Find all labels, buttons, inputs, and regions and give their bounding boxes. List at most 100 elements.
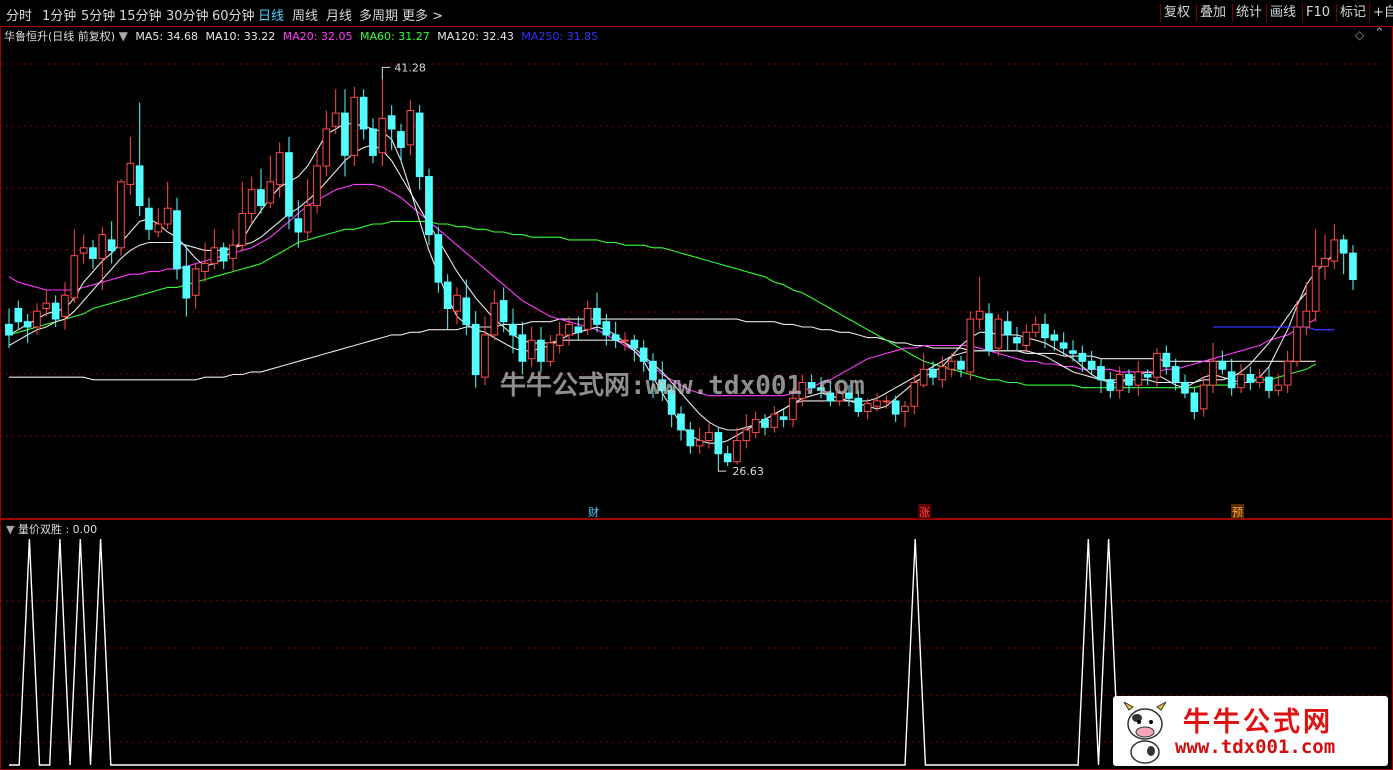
candle-body	[42, 302, 51, 310]
candle-body	[1097, 366, 1105, 381]
chevron-down-icon[interactable]: ▼	[119, 29, 128, 43]
candle-body	[1143, 374, 1152, 378]
candle-body	[406, 110, 415, 146]
high-price-label: 41.28	[394, 61, 426, 74]
candle-body	[490, 302, 499, 336]
candle-body	[1050, 334, 1059, 341]
candle-body	[51, 302, 60, 320]
diamond-icon[interactable]: ◇	[1355, 28, 1364, 42]
tab-30min[interactable]: 30分钟	[166, 5, 209, 24]
candle-body	[1190, 392, 1199, 412]
indicator-menu-icon[interactable]: ▼	[6, 523, 14, 536]
candle-body	[630, 339, 639, 349]
ma250-label: MA250: 31.85	[521, 30, 599, 43]
candle-body	[742, 429, 751, 442]
ma120-label: MA120: 32.43	[437, 30, 514, 43]
tab-multi-period[interactable]: 多周期	[359, 5, 398, 24]
candle-body	[1330, 239, 1339, 262]
candle-body	[1218, 360, 1227, 370]
candle-body	[1087, 360, 1096, 370]
indicator-name: 量价双胜	[17, 523, 62, 536]
draw-line-button[interactable]: 画线	[1266, 4, 1299, 22]
restore-rights-button[interactable]: 复权	[1160, 4, 1193, 22]
candle-body	[154, 223, 163, 233]
ma10-label: MA10: 33.22	[205, 30, 276, 43]
candle-body	[70, 255, 79, 299]
candle-body	[1003, 321, 1012, 336]
candle-body	[1059, 342, 1068, 349]
candle-body	[1031, 323, 1040, 333]
candle-body	[733, 440, 741, 463]
add-custom-button[interactable]: +自	[1369, 4, 1393, 22]
candlestick-chart[interactable]: 41.28 26.63	[0, 26, 1393, 519]
event-marker-finance[interactable]: 财	[587, 504, 600, 520]
candle-body	[1237, 374, 1245, 389]
site-logo: 牛牛公式网 www.tdx001.com	[1113, 696, 1388, 766]
candle-body	[163, 207, 172, 225]
tab-weekly[interactable]: 周线	[292, 5, 318, 24]
candle-body	[294, 218, 303, 233]
candle-body	[705, 432, 713, 442]
candle-body	[527, 339, 536, 360]
candle-body	[415, 112, 424, 177]
ma20-label: MA20: 32.05	[282, 30, 353, 43]
candle-body	[313, 165, 321, 206]
candle-body	[285, 152, 293, 217]
candle-body	[1115, 374, 1124, 391]
overlay-button[interactable]: 叠加	[1196, 4, 1229, 22]
candle-body	[602, 321, 611, 336]
candle-body	[1349, 252, 1357, 281]
candle-body	[901, 405, 909, 413]
candle-body	[387, 115, 396, 130]
candle-body	[891, 400, 900, 415]
candle-body	[462, 297, 471, 325]
candle-body	[303, 205, 312, 233]
candle-body	[509, 323, 517, 336]
candle-body	[107, 239, 116, 251]
candle-body	[518, 334, 527, 362]
candle-body	[593, 308, 601, 325]
low-marker-line	[717, 466, 727, 472]
mark-button[interactable]: 标记	[1336, 4, 1369, 22]
tab-daily[interactable]: 日线	[258, 5, 284, 24]
collapse-up-icon[interactable]: ⌃	[1374, 26, 1385, 41]
candle-body	[919, 368, 928, 386]
candle-body	[135, 165, 144, 206]
candle-body	[1199, 384, 1208, 410]
candle-body	[985, 313, 993, 352]
tab-60min[interactable]: 60分钟	[212, 5, 255, 24]
tab-15min[interactable]: 15分钟	[119, 5, 162, 24]
candle-body	[882, 400, 891, 403]
candle-body	[397, 131, 405, 148]
candle-body	[481, 334, 489, 378]
ma60-label: MA60: 31.27	[359, 30, 430, 43]
candle-body	[378, 117, 387, 154]
candle-body	[966, 318, 975, 373]
statistics-button[interactable]: 统计	[1232, 4, 1265, 22]
f10-button[interactable]: F10	[1302, 4, 1333, 22]
tab-more[interactable]: 更多 >	[402, 5, 443, 24]
candle-body	[341, 112, 349, 156]
candle-body	[583, 308, 592, 331]
candle-body	[910, 382, 919, 407]
tab-5min[interactable]: 5分钟	[81, 5, 115, 24]
tab-1min[interactable]: 1分钟	[42, 5, 76, 24]
candle-body	[1153, 352, 1161, 378]
candle-body	[1106, 379, 1115, 391]
tab-monthly[interactable]: 月线	[326, 5, 352, 24]
candle-body	[1022, 331, 1031, 346]
candle-body	[1302, 310, 1311, 328]
candle-body	[565, 323, 573, 336]
candle-body	[257, 189, 265, 206]
watermark-text: 牛牛公式网:www.tdx001.com	[500, 371, 865, 401]
candle-body	[873, 400, 881, 407]
candle-body	[1227, 371, 1236, 389]
event-marker-limit-up[interactable]: 涨	[918, 504, 931, 520]
tab-fenshi[interactable]: 分时	[6, 5, 32, 24]
candle-body	[471, 323, 480, 376]
candle-body	[229, 244, 237, 259]
candle-body	[275, 152, 284, 185]
event-marker-forecast[interactable]: 预	[1231, 504, 1244, 520]
candle-body	[1171, 366, 1180, 383]
candle-body	[173, 210, 181, 270]
